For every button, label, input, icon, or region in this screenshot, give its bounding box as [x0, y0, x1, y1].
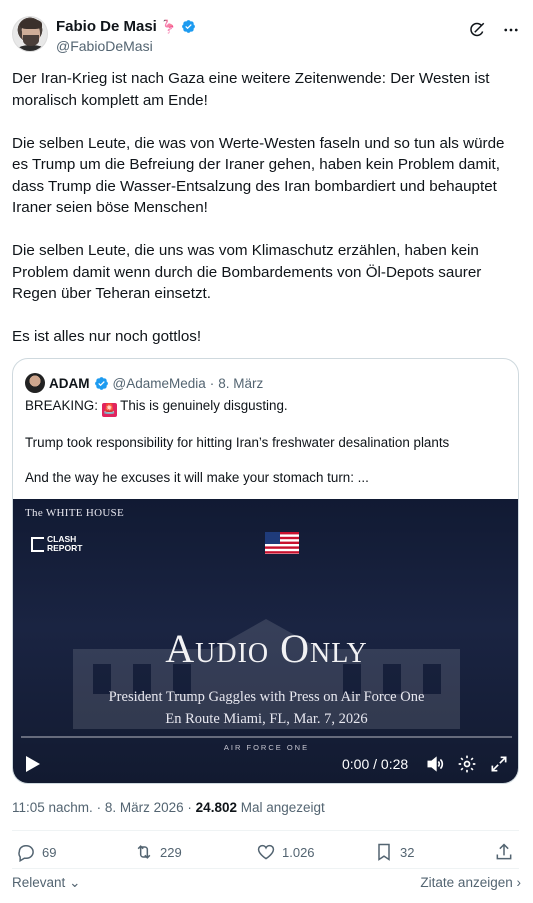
- quoted-tweet-text: BREAKING: 🚨 This is genuinely disgusting…: [25, 397, 508, 504]
- settings-gear-icon[interactable]: [457, 754, 477, 774]
- share-button[interactable]: [494, 842, 514, 862]
- us-flag-icon: [265, 532, 299, 554]
- view-quotes-link[interactable]: Zitate anzeigen ›: [420, 875, 521, 890]
- grok-icon[interactable]: [467, 20, 487, 40]
- tweet-paragraph: Die selben Leute, die was von Werte-West…: [12, 134, 505, 217]
- sort-dropdown[interactable]: Relevant ⌄: [12, 875, 80, 891]
- share-icon: [496, 843, 512, 860]
- reply-count: 69: [42, 844, 57, 860]
- meta-separator: ·: [96, 800, 102, 815]
- author-handle[interactable]: @FabioDeMasi: [56, 38, 153, 54]
- verified-badge-icon[interactable]: [181, 19, 196, 34]
- action-bar: 69 229 1.026 32: [12, 842, 521, 866]
- tweet-time[interactable]: 11:05 nachm.: [12, 800, 93, 815]
- view-quotes-label: Zitate anzeigen: [420, 875, 513, 890]
- video-progress-bar[interactable]: [21, 736, 512, 738]
- tweet-date[interactable]: 8. März 2026: [105, 800, 184, 815]
- author-avatar[interactable]: [12, 16, 48, 52]
- video-title: Audio Only: [165, 626, 368, 671]
- repost-icon: [137, 845, 151, 859]
- quoted-line1: This is genuinely disgusting.: [120, 398, 288, 413]
- view-count: 24.802: [195, 800, 237, 815]
- bookmark-count: 32: [400, 844, 415, 860]
- quoted-author-avatar[interactable]: [25, 373, 45, 393]
- logo-bottom-text: REPORT: [47, 543, 83, 553]
- volume-icon[interactable]: [425, 754, 445, 774]
- divider: [12, 830, 519, 831]
- siren-emoji: 🚨: [101, 403, 117, 417]
- views-label: Mal angezeigt: [240, 800, 325, 815]
- tweet-header: Fabio De Masi 🦩 @FabioDeMasi: [12, 16, 521, 58]
- reply-icon: [18, 845, 34, 862]
- author-display-name[interactable]: Fabio De Masi: [56, 18, 157, 35]
- heart-icon: [257, 844, 275, 860]
- sort-label: Relevant: [12, 875, 66, 890]
- quoted-meta-separator: ·: [209, 375, 215, 391]
- tweet-paragraph: Es ist alles nur noch gottlos!: [12, 328, 202, 345]
- quoted-line3: And the way he excuses it will make your…: [25, 470, 369, 485]
- video-player[interactable]: The WHITE HOUSE CLASH REPORT Audio Only …: [13, 499, 518, 783]
- tweet-meta: 11:05 nachm. · 8. März 2026 · 24.802 Mal…: [12, 800, 325, 815]
- flamingo-emoji: 🦩: [160, 18, 178, 34]
- quoted-date[interactable]: 8. März: [218, 376, 263, 391]
- video-time: 0:00 / 0:28: [342, 756, 409, 772]
- video-subtitle-2: En Route Miami, FL, Mar. 7, 2026: [165, 711, 368, 727]
- like-count: 1.026: [282, 844, 315, 860]
- chevron-down-icon: ⌄: [69, 875, 81, 890]
- white-house-watermark: The WHITE HOUSE: [25, 507, 124, 519]
- bookmark-icon: [378, 843, 390, 861]
- breaking-label: BREAKING:: [25, 398, 98, 413]
- fullscreen-icon[interactable]: [489, 754, 509, 774]
- quoted-author-name[interactable]: ADAM: [49, 376, 90, 391]
- clash-report-logo: CLASH REPORT: [31, 535, 82, 553]
- repost-count: 229: [160, 844, 182, 860]
- divider: [12, 868, 519, 869]
- tweet-paragraph: Der Iran-Krieg ist nach Gaza eine weiter…: [12, 70, 490, 109]
- bookmark-button[interactable]: 32: [374, 842, 414, 862]
- tweet-text: Der Iran-Krieg ist nach Gaza eine weiter…: [12, 68, 521, 369]
- quoted-line2: Trump took responsibility for hitting Ir…: [25, 435, 450, 450]
- reply-button[interactable]: 69: [16, 842, 56, 862]
- quoted-tweet[interactable]: ADAM @AdameMedia · 8. März BREAKING: 🚨 T…: [12, 358, 519, 784]
- play-icon[interactable]: [25, 755, 41, 773]
- more-options-icon[interactable]: [501, 20, 521, 40]
- video-subtitle-1: President Trump Gaggles with Press on Ai…: [108, 689, 425, 705]
- like-button[interactable]: 1.026: [256, 842, 315, 862]
- author-name-row[interactable]: Fabio De Masi 🦩: [56, 18, 196, 35]
- tweet-paragraph: Die selben Leute, die uns was vom Klimas…: [12, 242, 482, 302]
- repost-button[interactable]: 229: [134, 842, 182, 862]
- quoted-tweet-header: ADAM @AdameMedia · 8. März: [25, 373, 263, 393]
- air-force-one-label: AIR FORCE ONE: [223, 743, 310, 752]
- quoted-author-handle[interactable]: @AdameMedia: [113, 376, 206, 391]
- meta-separator: ·: [187, 800, 192, 815]
- verified-badge-icon: [94, 376, 108, 390]
- chevron-right-icon: ›: [516, 875, 522, 890]
